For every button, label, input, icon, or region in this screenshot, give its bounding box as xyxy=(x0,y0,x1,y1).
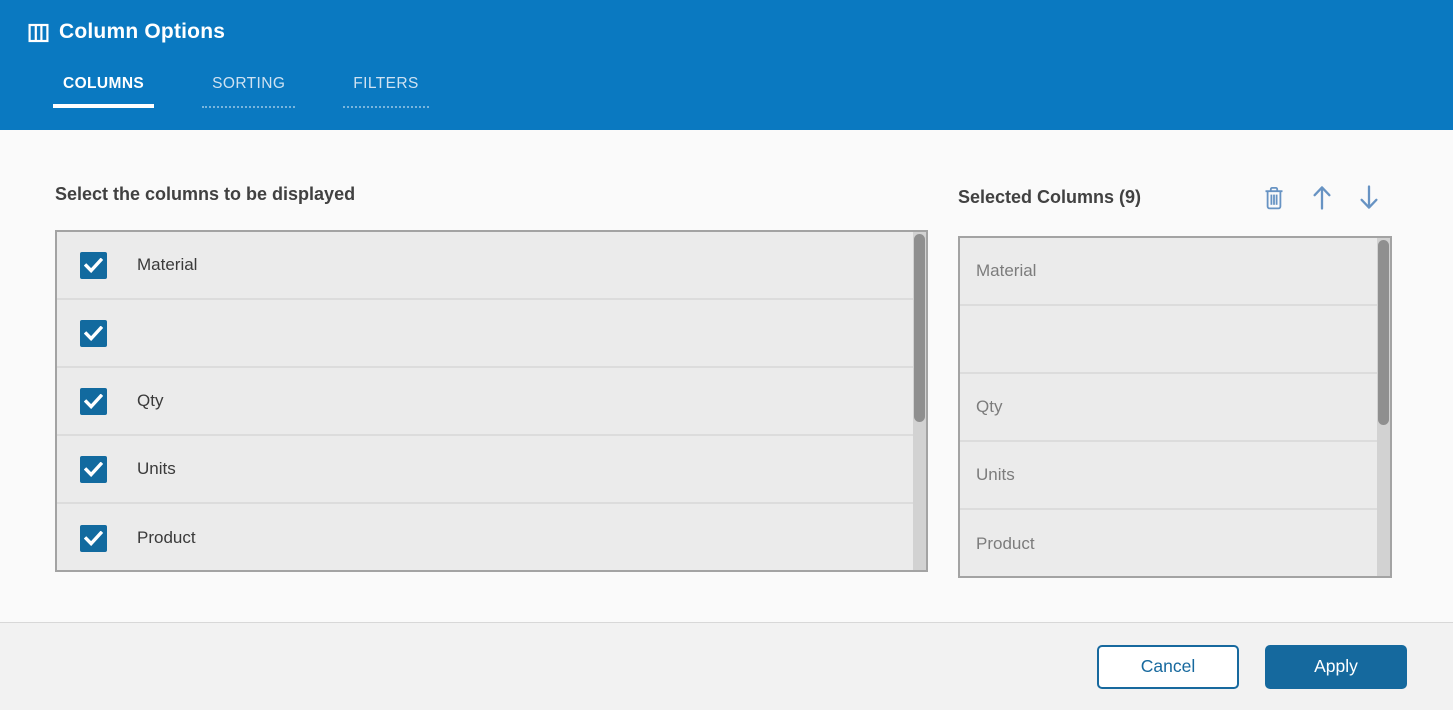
trash-icon xyxy=(1262,185,1286,211)
move-up-button[interactable] xyxy=(1311,184,1333,211)
column-row-blank[interactable] xyxy=(57,300,926,368)
selected-column-label: Material xyxy=(976,261,1036,281)
scrollbar-thumb[interactable] xyxy=(914,234,925,422)
column-label: Qty xyxy=(137,391,163,411)
scrollbar-track[interactable] xyxy=(1377,238,1390,576)
selected-row-qty[interactable]: Qty xyxy=(960,374,1390,442)
column-label: Product xyxy=(137,528,196,548)
column-row-qty[interactable]: Qty xyxy=(57,368,926,436)
tab-bar: COLUMNS SORTING FILTERS xyxy=(53,75,429,108)
selected-columns-panel: Selected Columns (9) xyxy=(958,130,1392,622)
column-row-material[interactable]: Material xyxy=(57,232,926,300)
available-columns-panel: Select the columns to be displayed Mater… xyxy=(55,130,928,622)
selected-row-units[interactable]: Units xyxy=(960,442,1390,510)
scrollbar-track[interactable] xyxy=(913,232,926,570)
tab-sorting[interactable]: SORTING xyxy=(202,75,295,108)
selected-row-blank[interactable] xyxy=(960,306,1390,374)
check-icon xyxy=(84,326,103,341)
dialog-footer: Cancel Apply xyxy=(0,622,1453,710)
checkbox-product[interactable] xyxy=(80,525,107,552)
available-columns-heading: Select the columns to be displayed xyxy=(55,184,928,205)
checkbox-units[interactable] xyxy=(80,456,107,483)
column-row-units[interactable]: Units xyxy=(57,436,926,504)
check-icon xyxy=(84,462,103,477)
columns-icon xyxy=(28,23,49,43)
checkbox-blank[interactable] xyxy=(80,320,107,347)
selected-actions xyxy=(1262,184,1392,211)
tab-columns[interactable]: COLUMNS xyxy=(53,75,154,108)
delete-button[interactable] xyxy=(1262,185,1286,211)
selected-rows: Material Qty Units Product xyxy=(960,238,1390,576)
selected-column-label: Product xyxy=(976,534,1035,554)
selected-row-material[interactable]: Material xyxy=(960,238,1390,306)
column-options-dialog: Column Options COLUMNS SORTING FILTERS S… xyxy=(0,0,1453,710)
dialog-header: Column Options COLUMNS SORTING FILTERS xyxy=(0,0,1453,130)
page-title: Column Options xyxy=(59,20,225,44)
checkbox-material[interactable] xyxy=(80,252,107,279)
checkbox-qty[interactable] xyxy=(80,388,107,415)
move-down-button[interactable] xyxy=(1358,184,1380,211)
available-rows: Material Qty xyxy=(57,232,926,570)
column-label: Units xyxy=(137,459,176,479)
column-row-product[interactable]: Product xyxy=(57,504,926,572)
cancel-button[interactable]: Cancel xyxy=(1097,645,1239,689)
selected-column-label: Units xyxy=(976,465,1015,485)
check-icon xyxy=(84,394,103,409)
selected-columns-heading: Selected Columns (9) xyxy=(958,187,1141,208)
dialog-content: Select the columns to be displayed Mater… xyxy=(0,130,1453,622)
column-label: Material xyxy=(137,255,197,275)
apply-button[interactable]: Apply xyxy=(1265,645,1407,689)
selected-columns-header: Selected Columns (9) xyxy=(958,184,1392,211)
selected-column-label: Qty xyxy=(976,397,1002,417)
selected-columns-list: Material Qty Units Product xyxy=(958,236,1392,578)
available-columns-list: Material Qty xyxy=(55,230,928,572)
scrollbar-thumb[interactable] xyxy=(1378,240,1389,425)
check-icon xyxy=(84,258,103,273)
tab-filters[interactable]: FILTERS xyxy=(343,75,428,108)
arrow-up-icon xyxy=(1311,184,1333,211)
check-icon xyxy=(84,531,103,546)
arrow-down-icon xyxy=(1358,184,1380,211)
selected-row-product[interactable]: Product xyxy=(960,510,1390,578)
title-row: Column Options xyxy=(28,20,1453,44)
